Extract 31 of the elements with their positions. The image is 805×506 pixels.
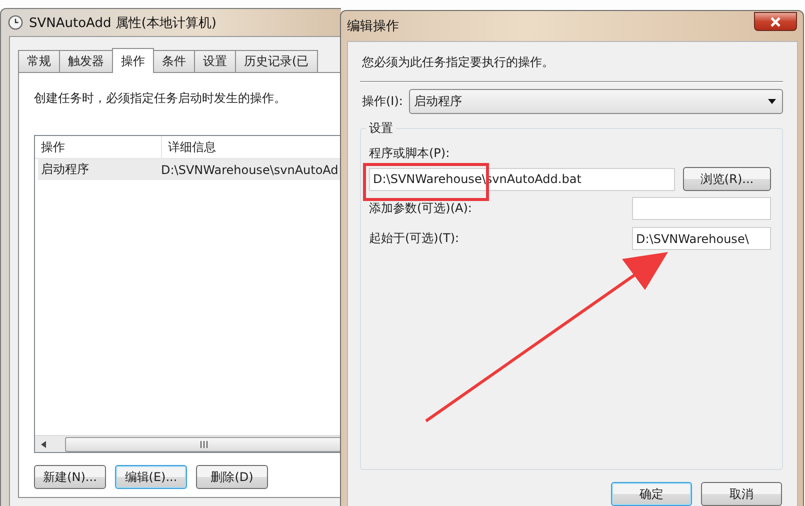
field-label: 操作(I): — [362, 93, 403, 110]
dialog-title: 编辑操作 — [347, 18, 399, 35]
action-button[interactable]: 新建(N)... — [34, 465, 106, 489]
tab[interactable]: 触发器 — [59, 50, 113, 73]
tab[interactable]: 操作 — [112, 48, 154, 73]
arguments-field[interactable] — [632, 197, 771, 220]
description-text: 您必须为此任务指定要执行的操作。 — [362, 54, 555, 71]
field-label: 添加参数(可选)(A): — [369, 200, 472, 217]
window-title: SVNAutoAdd 属性(本地计算机) — [29, 14, 216, 32]
tab[interactable]: 常规 — [18, 50, 60, 73]
field-label: 程序或脚本(P): — [369, 145, 451, 162]
scroll-left-icon[interactable] — [41, 440, 47, 448]
start-in-field[interactable]: D:\SVNWarehouse\ — [632, 227, 771, 250]
field-label: 起始于(可选)(T): — [369, 230, 460, 247]
clock-icon — [8, 15, 23, 30]
group-title: 设置 — [368, 120, 394, 137]
dropdown-icon — [768, 99, 776, 104]
dialog-button[interactable]: 确定 — [611, 482, 692, 506]
dialog-button[interactable]: 取消 — [701, 482, 782, 506]
list-row[interactable]: 启动程序 D:\SVNWarehouse\svnAutoAd — [38, 159, 341, 180]
action-button[interactable]: 删除(D) — [196, 465, 268, 489]
description-text: 创建任务时，必须指定任务启动时发生的操作。 — [34, 90, 287, 107]
action-select[interactable]: 启动程序 — [408, 89, 783, 114]
tab[interactable]: 设置 — [194, 50, 236, 73]
action-button[interactable]: 编辑(E)... — [115, 465, 187, 489]
tab[interactable]: 历史记录(已 — [235, 50, 318, 73]
tab[interactable]: 条件 — [153, 50, 195, 73]
browse-button[interactable]: 浏览(R)... — [683, 167, 771, 191]
scrollbar-thumb[interactable] — [65, 436, 341, 452]
close-button[interactable] — [754, 12, 797, 31]
close-icon — [770, 16, 781, 26]
